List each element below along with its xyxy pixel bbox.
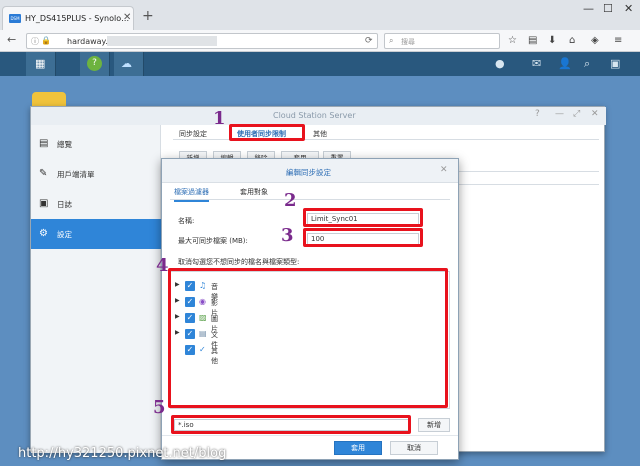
highlight-box-name — [303, 208, 423, 227]
annotation-number-5: 5 — [153, 397, 166, 418]
tab-close-icon[interactable]: ✕ — [123, 12, 131, 23]
watermark: http://hy321250.pixnet.net/blog — [18, 446, 227, 461]
window-header: Cloud Station Server ? — ⤢ ✕ — [31, 107, 606, 125]
tab-other[interactable]: 其他 — [313, 129, 327, 139]
sync-status-icon[interactable]: ● — [495, 57, 505, 70]
window-close-icon[interactable]: ✕ — [624, 2, 633, 15]
notification-icon[interactable]: ✉ — [532, 57, 541, 70]
browser-tab[interactable]: DSM HY_DS415PLUS - Synolo… ✕ — [2, 6, 134, 30]
add-extension-button[interactable]: 新增 — [418, 418, 450, 432]
reload-icon[interactable]: ⟳ — [365, 36, 373, 46]
insecure-lock-icon: 🔒 — [41, 36, 51, 45]
main-menu-button[interactable]: ▦ — [26, 52, 56, 76]
window-title: Cloud Station Server — [273, 111, 356, 120]
log-icon: ▣ — [39, 198, 49, 209]
help-icon: ? — [87, 56, 102, 71]
home-icon[interactable]: ⌂ — [569, 35, 575, 46]
filter-label: 取消勾選您不想同步的檔名與檔案類型: — [178, 258, 300, 266]
overview-icon: ▤ — [39, 138, 49, 149]
close-icon[interactable]: ✕ — [591, 109, 599, 119]
sidebar-item-settings[interactable]: ⚙ 設定 — [31, 219, 161, 249]
annotation-number-4: 4 — [156, 255, 169, 276]
annotation-number-1: 1 — [213, 108, 226, 129]
minimize-icon[interactable]: — — [583, 2, 594, 15]
browser-tab-bar: DSM HY_DS415PLUS - Synolo… ✕ + — ☐ ✕ — [0, 0, 640, 30]
sidebar-item-log[interactable]: ▣ 日誌 — [31, 189, 161, 219]
help-icon[interactable]: ? — [535, 109, 540, 119]
maximize-icon[interactable]: ⤢ — [573, 109, 580, 119]
search-placeholder: 搜尋 — [401, 38, 415, 46]
reading-list-icon[interactable]: ▤ — [528, 35, 537, 46]
browser-toolbar: ← ⓘ 🔒 hardaway. ⟳ ⌕ 搜尋 ☆ ▤ ⬇ ⌂ ◈ ≡ — [0, 30, 640, 52]
search-icon[interactable]: ⌕ — [584, 57, 590, 71]
highlight-box-extension — [171, 415, 411, 434]
client-list-icon: ✎ — [39, 168, 48, 179]
dialog-title: 編輯同步設定 — [286, 168, 331, 177]
minimize-icon[interactable]: — — [555, 109, 564, 119]
highlight-box-tab — [229, 124, 305, 141]
cloud-station-taskbar-button[interactable]: ☁ — [114, 52, 144, 76]
new-tab-icon[interactable]: + — [142, 8, 154, 24]
sidebar: ▤ 總覽 ✎ 用戶端清單 ▣ 日誌 ⚙ 設定 — [31, 125, 161, 453]
search-icon: ⌕ — [389, 36, 394, 45]
download-icon[interactable]: ⬇ — [548, 35, 556, 46]
tab-divider — [170, 199, 450, 200]
dsm-taskbar: ▦ ? ☁ ● ✉ 👤 ⌕ ▣ — [0, 52, 640, 76]
dialog-header: 編輯同步設定 ✕ — [162, 159, 458, 183]
tab-title: HY_DS415PLUS - Synolo… — [25, 14, 130, 23]
tab-sync-settings[interactable]: 同步設定 — [179, 129, 207, 139]
annotation-number-3: 3 — [281, 225, 294, 246]
dsm-favicon-icon: DSM — [9, 14, 21, 23]
tab-apply-target[interactable]: 套用對象 — [240, 187, 268, 197]
sidebar-item-label: 用戶端清單 — [57, 170, 95, 179]
apply-button[interactable]: 套用 — [334, 441, 382, 455]
cancel-button[interactable]: 取消 — [390, 441, 438, 455]
bookmark-star-icon[interactable]: ☆ — [508, 35, 517, 46]
highlight-box-file-types — [168, 268, 448, 408]
footer-divider — [162, 435, 458, 436]
sidebar-item-label: 日誌 — [57, 200, 72, 209]
annotation-number-2: 2 — [284, 190, 297, 211]
package-center-button[interactable]: ? — [80, 52, 110, 76]
site-info-icon[interactable]: ⓘ — [31, 36, 39, 47]
menu-icon[interactable]: ≡ — [614, 35, 622, 46]
sidebar-item-clients[interactable]: ✎ 用戶端清單 — [31, 159, 161, 189]
url-bar[interactable]: ⓘ 🔒 hardaway. ⟳ — [26, 33, 378, 49]
name-label: 名稱: — [178, 217, 195, 225]
sidebar-item-label: 設定 — [57, 230, 72, 239]
close-icon[interactable]: ✕ — [440, 165, 448, 175]
max-size-label: 最大可同步檔案 (MB): — [178, 237, 248, 245]
url-text: hardaway. — [67, 37, 108, 46]
maximize-icon[interactable]: ☐ — [603, 2, 613, 15]
sidebar-item-label: 總覽 — [57, 140, 72, 149]
gear-icon: ⚙ — [39, 228, 48, 239]
search-input[interactable]: ⌕ 搜尋 — [384, 33, 500, 49]
pocket-icon[interactable]: ◈ — [591, 35, 599, 46]
user-icon[interactable]: 👤 — [558, 57, 572, 70]
highlight-box-maxsize — [303, 228, 423, 247]
sidebar-item-overview[interactable]: ▤ 總覽 — [31, 129, 161, 159]
grid-icon: ▦ — [35, 57, 46, 70]
cloud-icon: ☁ — [121, 57, 132, 70]
url-redacted — [107, 36, 217, 46]
back-icon[interactable]: ← — [7, 33, 16, 46]
widgets-icon[interactable]: ▣ — [610, 57, 620, 70]
